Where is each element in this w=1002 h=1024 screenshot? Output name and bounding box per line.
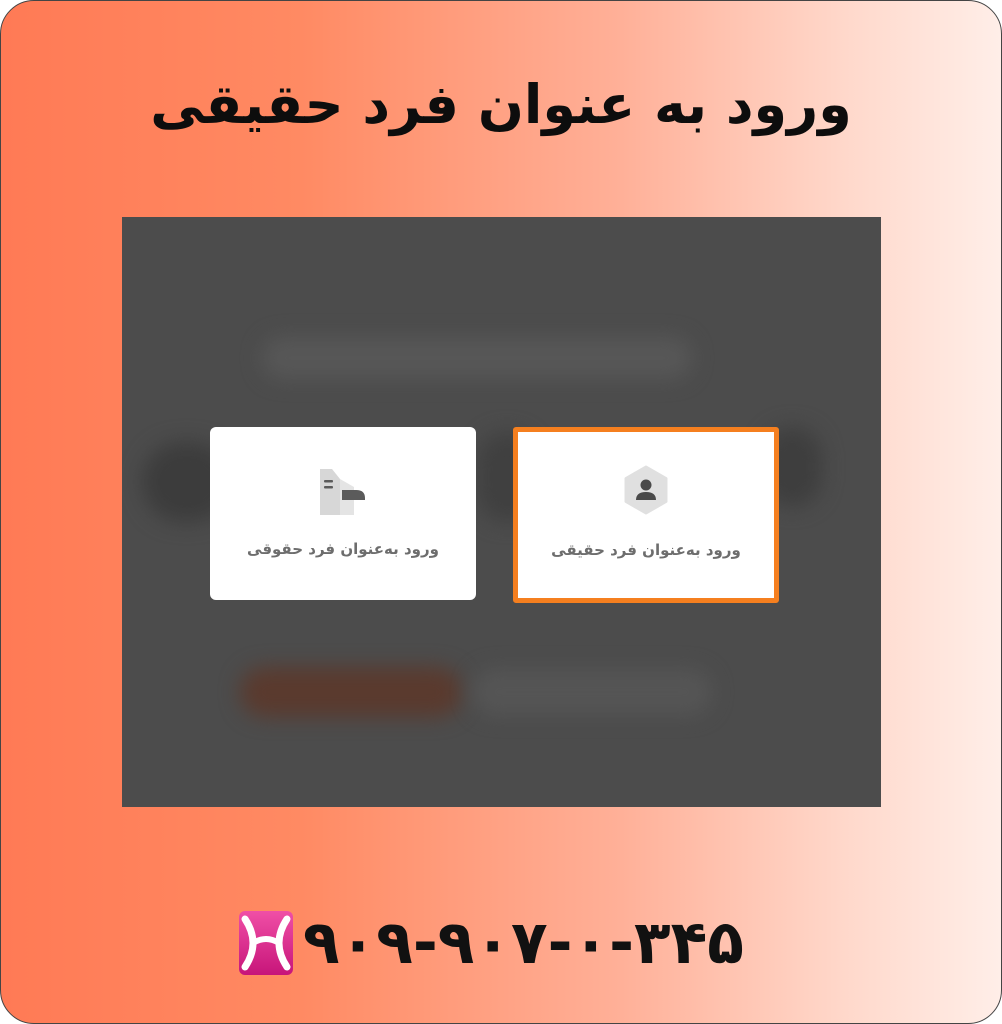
building-icon xyxy=(318,467,368,521)
natural-person-login-option[interactable]: ورود به‌عنوان فرد حقیقی xyxy=(513,427,779,603)
contact-row: ۹۰۹-۹۰۷-۰-۳۴۵ xyxy=(239,905,744,981)
banner-headline: ورود به عنوان فرد حقیقی xyxy=(150,73,852,136)
blurred-secondary-button xyxy=(472,669,712,715)
blurred-primary-button xyxy=(240,667,462,717)
blurred-heading xyxy=(262,337,692,379)
login-type-screen: ورود به‌عنوان فرد حقوقی ورود به‌عنوان فر… xyxy=(122,217,881,807)
phone-number: ۹۰۹-۹۰۷-۰-۳۴۵ xyxy=(303,908,744,978)
legal-entity-option-label: ورود به‌عنوان فرد حقوقی xyxy=(247,540,439,558)
user-hexagon-icon xyxy=(622,465,670,519)
natural-person-option-label: ورود به‌عنوان فرد حقیقی xyxy=(551,541,741,559)
legal-entity-login-option[interactable]: ورود به‌عنوان فرد حقوقی xyxy=(210,427,476,600)
promo-banner: ورود به عنوان فرد حقیقی ورود به‌عنوان فر… xyxy=(0,0,1002,1024)
brand-logo xyxy=(239,911,293,975)
